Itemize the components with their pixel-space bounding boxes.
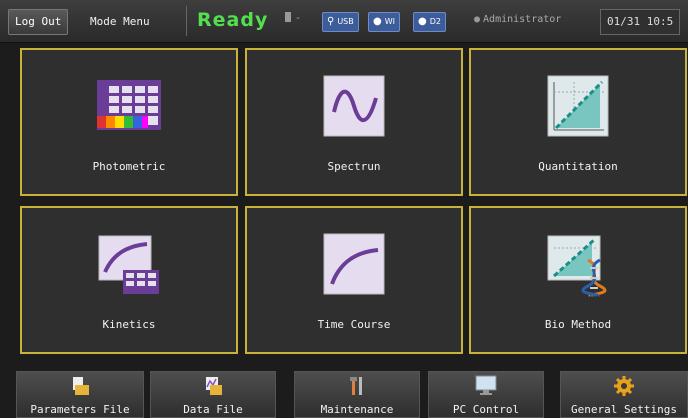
tile-label: Quantitation — [538, 160, 618, 173]
user-label: ● Administrator — [474, 14, 561, 25]
usb-label: USB — [337, 17, 354, 26]
usb-icon: ⚲ — [327, 16, 335, 27]
tile-kinetics[interactable]: Kinetics — [20, 206, 238, 354]
tile-label: Kinetics — [102, 318, 156, 331]
tile-time-course[interactable]: Time Course — [245, 206, 463, 354]
quantitation-line-icon — [547, 75, 609, 137]
parameters-file-button[interactable]: Parameters File — [16, 371, 144, 418]
button-label: Maintenance — [320, 403, 394, 416]
tile-label: Bio Method — [544, 318, 612, 331]
maintenance-button[interactable]: Maintenance — [294, 371, 420, 418]
top-bar: Log Out Mode Menu Ready - ⚲ USB ● WI ● D2 ●… — [0, 0, 688, 43]
pc-control-button[interactable]: PC Control — [428, 371, 544, 418]
data-file-button[interactable]: Data File — [150, 371, 276, 418]
tile-quantitation[interactable]: Quantitation — [469, 48, 687, 196]
person-icon: ● — [373, 16, 382, 27]
time-course-curve-icon — [323, 233, 385, 295]
person-icon: ● — [418, 16, 427, 27]
logout-button[interactable]: Log Out — [8, 9, 69, 35]
photometric-grid-icon — [97, 80, 161, 130]
tile-label: Time Course — [317, 318, 391, 331]
button-label: PC Control — [452, 403, 520, 416]
battery-icon — [285, 12, 291, 22]
user-icon: ● — [474, 14, 481, 25]
gear-icon — [614, 376, 634, 396]
battery-text: - — [295, 13, 302, 24]
divider — [186, 6, 187, 36]
tile-label: Spectrun — [327, 160, 381, 173]
tile-bio-method[interactable]: Bio Method — [469, 206, 687, 354]
wi-label: WI — [384, 17, 396, 26]
general-settings-button[interactable]: General Settings — [560, 371, 688, 418]
button-label: Data File — [183, 403, 243, 416]
button-label: Parameters File — [30, 403, 130, 416]
tile-spectrum[interactable]: Spectrun — [245, 48, 463, 196]
parameters-file-icon — [73, 377, 89, 395]
status-text: Ready — [197, 9, 269, 31]
button-label: General Settings — [571, 403, 677, 416]
tile-label: Photometric — [92, 160, 166, 173]
wi-chip: ● WI — [368, 12, 401, 32]
spectrum-wave-icon — [323, 75, 385, 137]
monitor-icon — [475, 375, 497, 395]
user-name: Administrator — [483, 14, 562, 25]
kinetics-curve-icon — [98, 235, 159, 294]
data-file-icon — [206, 377, 222, 395]
mode-menu-button[interactable]: Mode Menu — [90, 15, 150, 28]
clock: 01/31 10:5 — [600, 9, 681, 35]
d2-chip: ● D2 — [413, 12, 446, 32]
tile-photometric[interactable]: Photometric — [20, 48, 238, 196]
maintenance-tools-icon — [350, 377, 362, 395]
battery-indicator: - — [285, 12, 301, 24]
dna-icon — [547, 235, 607, 298]
usb-chip: ⚲ USB — [322, 12, 359, 32]
d2-label: D2 — [429, 17, 441, 26]
